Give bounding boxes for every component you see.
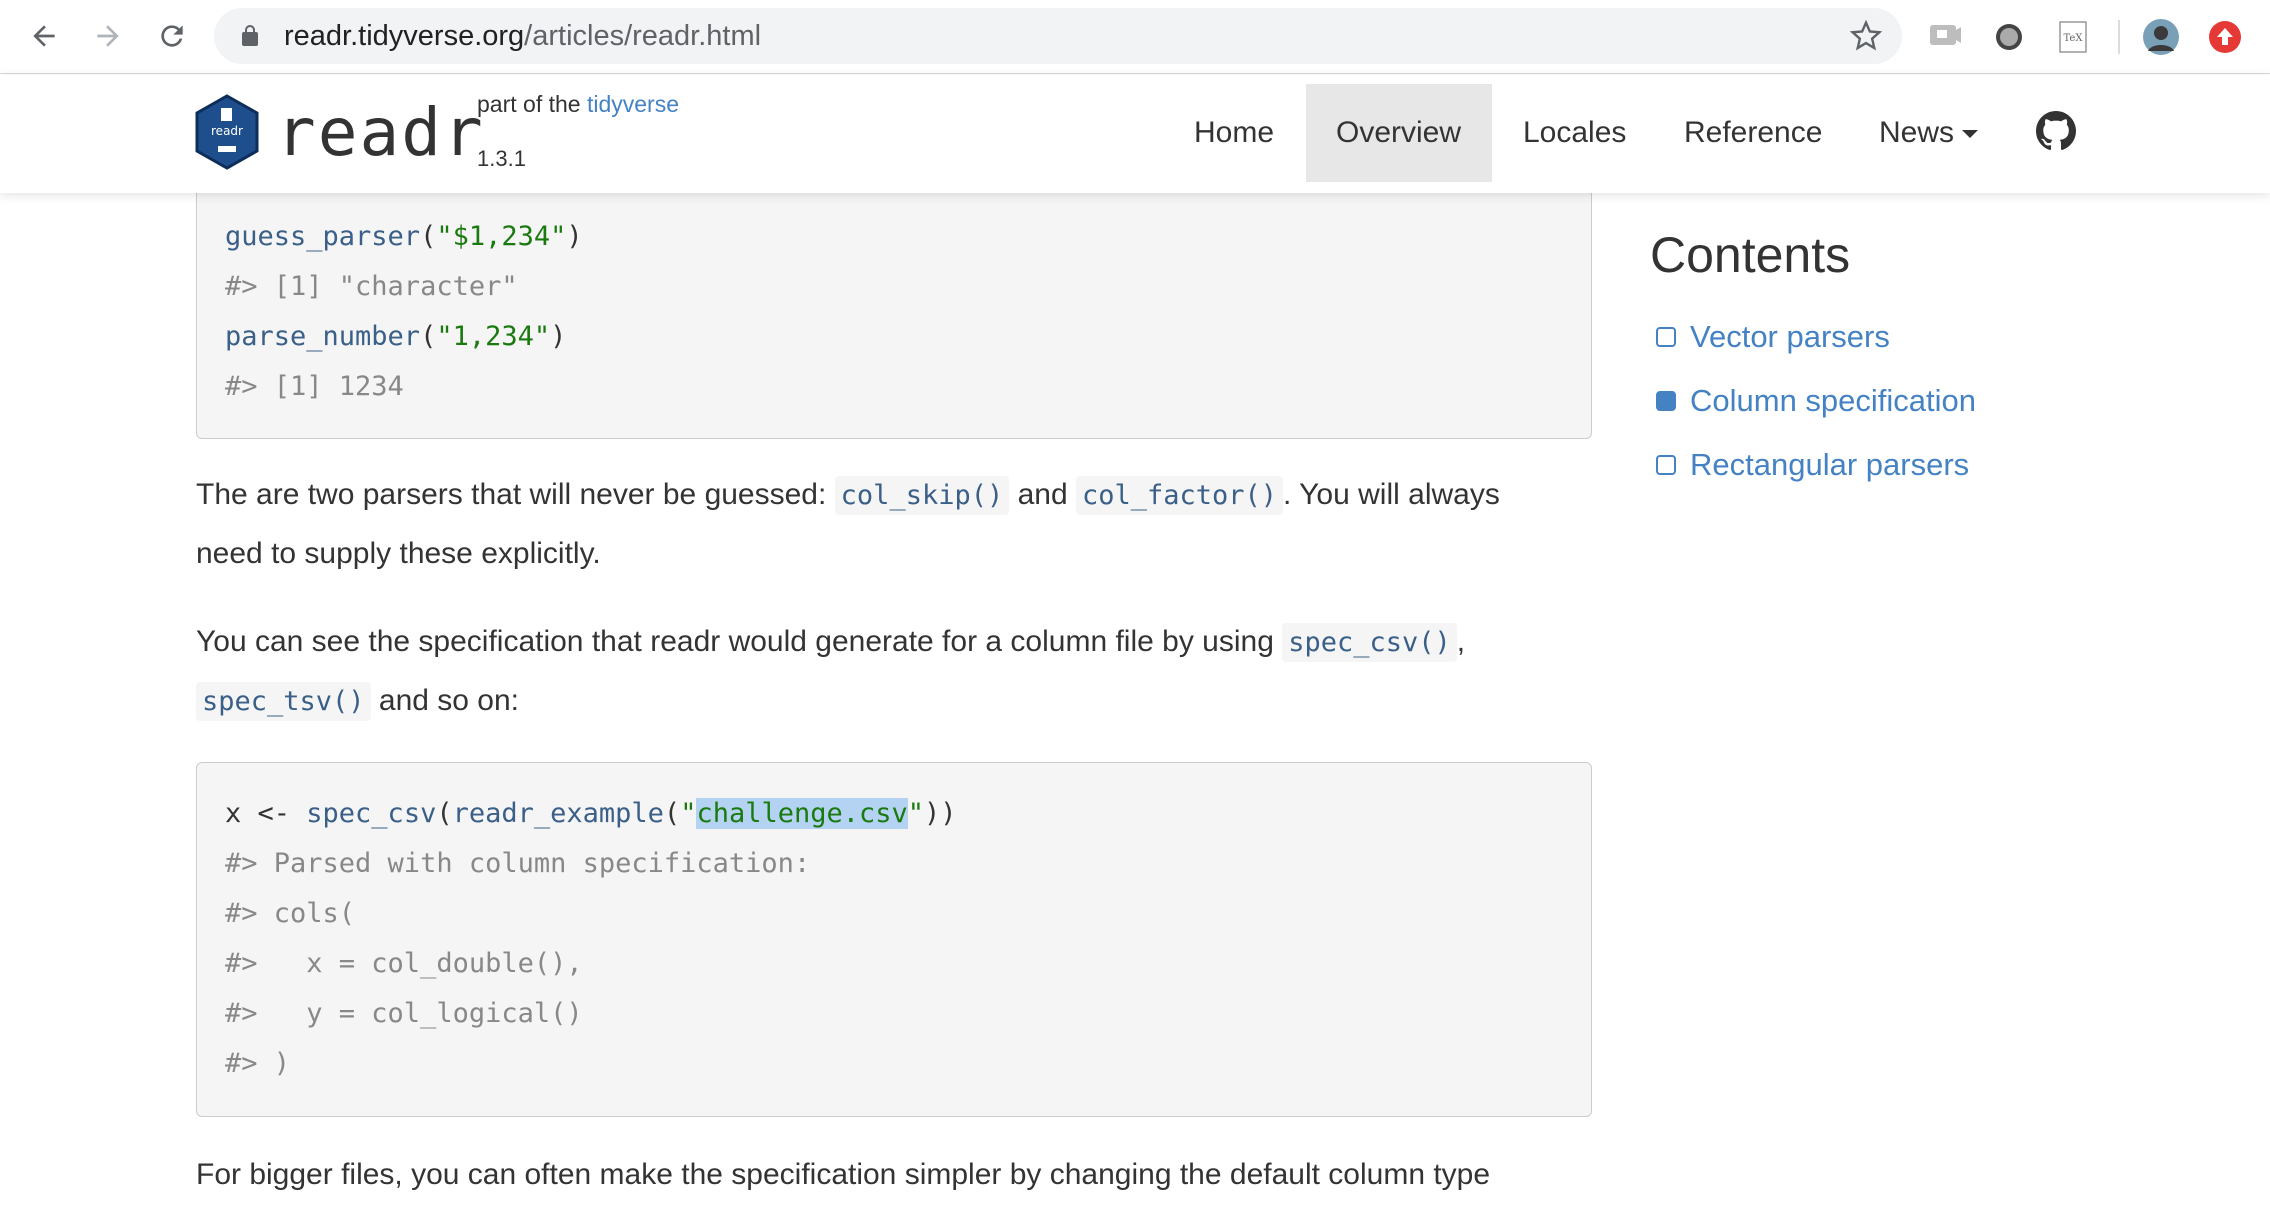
code-string: " [680,798,697,829]
code-output: #> Parsed with column specification: [225,848,811,879]
code-punct: ( [436,798,453,829]
toc-title: Contents [1650,227,1851,283]
url-host: readr.tidyverse.org [284,20,525,52]
browser-toolbar: readr.tidyverse.org/articles/readr.html … [0,0,2270,74]
nav-reference[interactable]: Reference [1654,84,1852,182]
code-punct: ) [550,321,567,352]
github-icon[interactable] [2036,111,2076,151]
inline-code-col-factor[interactable]: col_factor() [1075,476,1284,515]
code-output: #> ) [225,1048,291,1079]
code-line: guess_parser("$1,234") [225,212,1563,262]
code-punct: ( [420,221,437,252]
checkbox-filled-icon [1656,391,1676,411]
code-string: "$1,234" [436,221,567,252]
lock-icon [242,25,258,46]
code-function[interactable]: guess_parser [225,221,420,252]
profile-avatar[interactable] [2142,18,2180,56]
svg-text:TeX: TeX [2064,33,2084,44]
toc-item-label: Vector parsers [1690,319,1890,354]
inline-code-spec-csv[interactable]: spec_csv() [1282,623,1457,662]
text: need to supply these explicitly. [196,537,601,570]
code-output: #> y = col_logical() [225,998,583,1029]
code-function[interactable]: parse_number [225,321,420,352]
code-block-guess-parser: guess_parser("$1,234") #> [1] "character… [196,186,1592,439]
toc-item-label: Rectangular parsers [1690,447,1970,482]
site-navbar: readr readr part of the tidyverse 1.3.1 … [0,75,2270,193]
paragraph-never-guessed: The are two parsers that will never be g… [196,466,1592,583]
reload-button[interactable] [150,14,194,58]
arrow-left-icon [33,25,55,47]
text: , [1456,625,1466,658]
toolbar-separator [2118,20,2120,54]
code-line: x <- spec_csv(readr_example("challenge.c… [225,789,1563,839]
back-button[interactable] [22,14,66,58]
checkbox-empty-icon [1656,327,1676,347]
hex-logo-text: readr [211,124,243,138]
code-punct: ) [566,221,583,252]
code-output: #> cols( [225,898,356,929]
inline-code-col-skip[interactable]: col_skip() [834,476,1010,515]
code-output: #> [1] 1234 [225,371,404,402]
tagline: part of the tidyverse [477,91,679,118]
site-brand[interactable]: readr [276,95,485,171]
version-label: 1.3.1 [477,146,526,171]
url-text: readr.tidyverse.org/articles/readr.html [284,8,761,64]
toc-item-rectangular-parsers[interactable]: Rectangular parsers [1656,443,1969,487]
text: You can see the specification that readr… [196,625,1283,658]
code-punct: ( [420,321,437,352]
code-function[interactable]: readr_example [453,798,664,829]
toc-item-label: Column specification [1690,383,1977,418]
text: The are two parsers that will never be g… [196,478,835,511]
forward-button[interactable] [86,14,130,58]
code-line: parse_number("1,234") [225,312,1563,362]
text: and [1009,478,1076,511]
toc-item-column-specification[interactable]: Column specification [1656,379,1976,423]
comment-extension-icon[interactable] [1926,18,1964,56]
paragraph-bigger-files: For bigger files, you can often make the… [196,1158,1491,1191]
caret-down-icon [1962,130,1979,139]
upload-extension-icon[interactable] [2206,18,2244,56]
circle-extension-icon[interactable] [1990,18,2028,56]
text: and so on: [370,684,520,717]
nav-locales[interactable]: Locales [1493,84,1656,182]
url-path: /articles/readr.html [524,20,762,52]
code-punct: )) [924,798,957,829]
code-output: #> [1] "character" [225,271,518,302]
code-block-spec-csv: x <- spec_csv(readr_example("challenge.c… [196,762,1592,1117]
selected-text[interactable]: challenge.csv [696,798,908,829]
inline-code-spec-tsv[interactable]: spec_tsv() [196,682,371,721]
code-function[interactable]: spec_csv [306,798,436,829]
arrow-right-icon [97,25,119,47]
nav-news-dropdown[interactable]: News [1849,84,2008,182]
code-text: x <- [225,798,307,829]
address-bar[interactable]: readr.tidyverse.org/articles/readr.html [214,8,1902,64]
bookmark-star-icon[interactable] [1850,20,1882,52]
nav-news-label: News [1879,116,1955,149]
readr-hex-logo[interactable]: readr [194,94,260,170]
code-output: #> x = col_double(), [225,948,583,979]
code-string: " [907,798,925,829]
reload-icon [161,25,183,47]
tagline-prefix: part of the [477,91,587,117]
toc-item-vector-parsers[interactable]: Vector parsers [1656,315,1890,359]
paragraph-spec-csv: You can see the specification that readr… [196,613,1592,731]
nav-overview[interactable]: Overview [1306,84,1492,182]
checkbox-empty-icon [1656,455,1676,475]
tex-extension-icon[interactable]: TeX [2054,18,2092,56]
code-punct: ( [663,798,681,829]
code-string: "1,234" [436,321,551,352]
nav-home[interactable]: Home [1164,84,1304,182]
text: . You will always [1283,478,1500,511]
tidyverse-link[interactable]: tidyverse [587,91,679,117]
